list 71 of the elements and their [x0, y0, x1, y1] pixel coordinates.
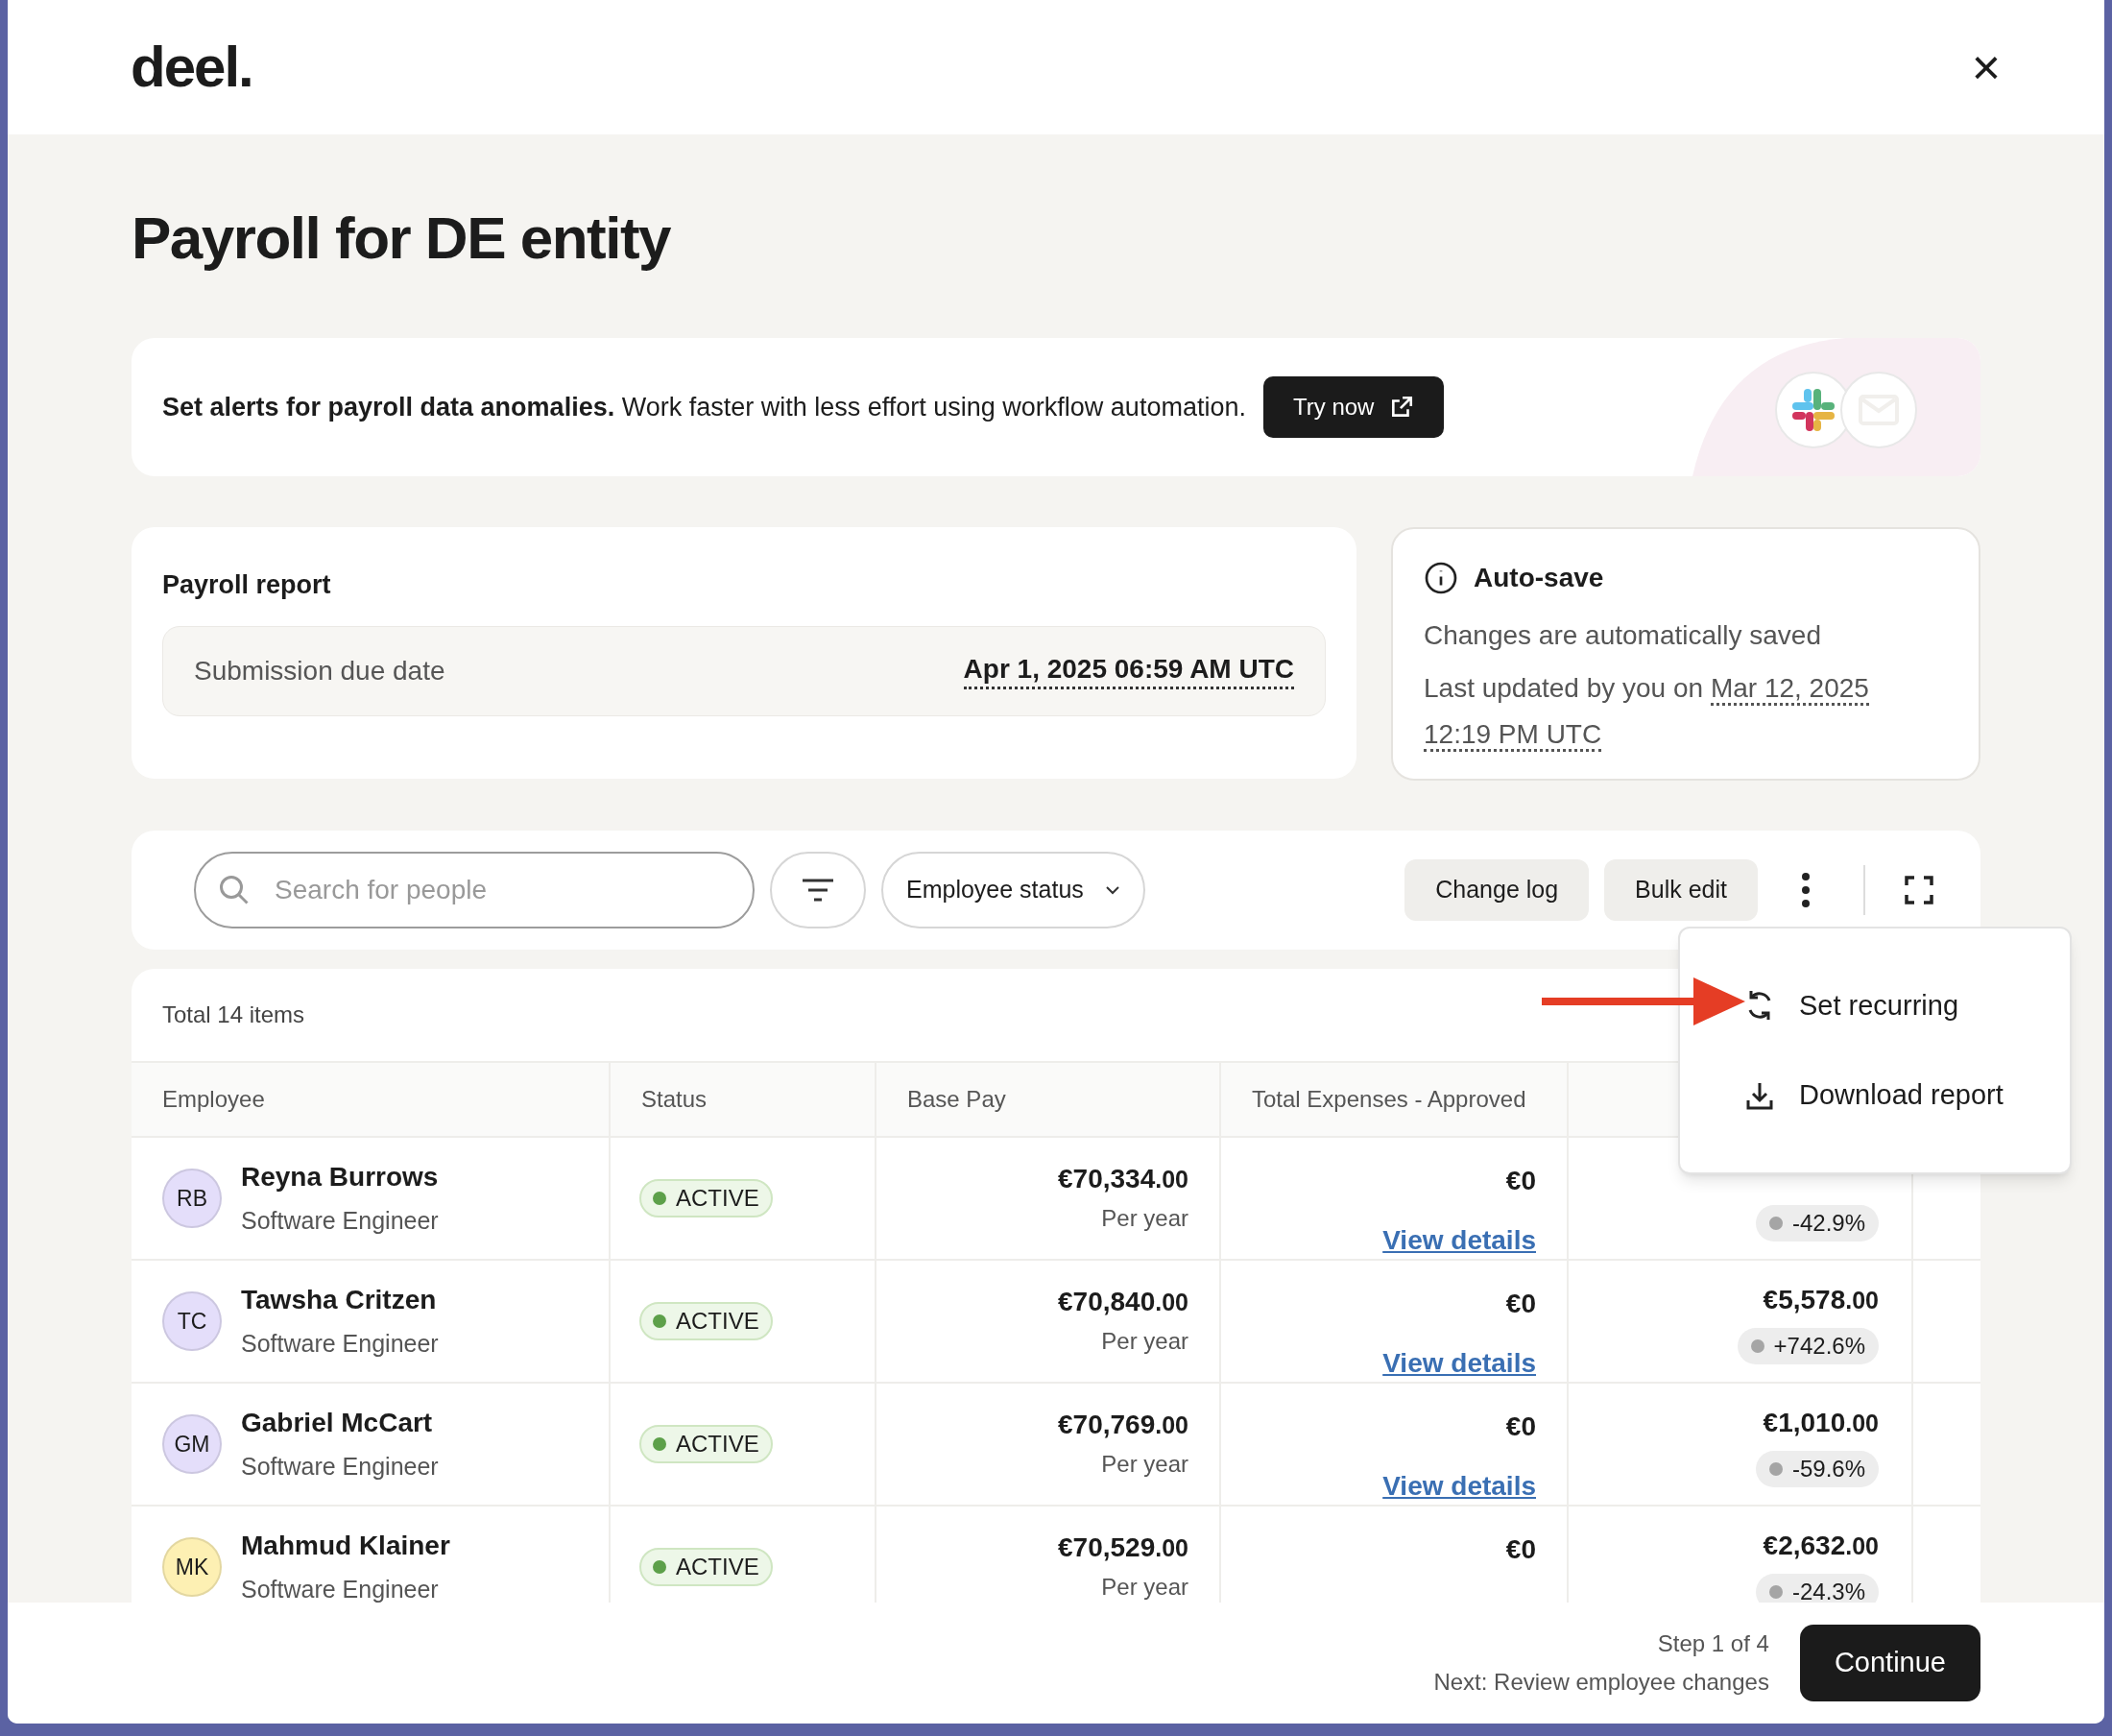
last-updated-text: Last updated by you on — [1424, 673, 1704, 703]
fullscreen-icon — [1905, 876, 1933, 904]
column-header: Total Expenses - Approved — [1252, 1085, 1526, 1114]
status-badge: ACTIVE — [639, 1548, 773, 1586]
change-badge: +742.6% — [1737, 1328, 1879, 1364]
avatar: RB — [162, 1169, 222, 1228]
employee-role: Software Engineer — [241, 1206, 439, 1237]
pay-period: Per year — [1101, 1573, 1188, 1602]
base-pay: €70,334.00 — [1058, 1163, 1188, 1195]
total-items: Total 14 items — [162, 1001, 305, 1029]
close-button[interactable]: × — [1971, 42, 2001, 92]
card-title: Auto-save — [1474, 562, 1604, 594]
base-pay: €70,529.00 — [1058, 1531, 1188, 1564]
updated-time: 12:19 PM UTC — [1424, 719, 1602, 752]
download-icon — [1745, 1080, 1774, 1110]
column-header: Base Pay — [907, 1085, 1006, 1114]
employee-name: Tawsha Critzen — [241, 1284, 438, 1317]
employee-status-dropdown[interactable]: Employee status — [881, 852, 1145, 928]
base-pay: €70,769.00 — [1058, 1409, 1188, 1441]
change-badge: -59.6% — [1755, 1451, 1879, 1487]
search-field[interactable]: Search for people — [194, 852, 755, 928]
amount: €2,632.00 — [1763, 1530, 1879, 1562]
column-header: Status — [641, 1085, 708, 1114]
due-date-label: Submission due date — [194, 654, 445, 687]
amount: €5,578.00 — [1763, 1284, 1879, 1316]
menu-item[interactable]: Set recurring — [1745, 984, 2070, 1026]
more-icon — [1802, 873, 1810, 907]
view-details-link[interactable]: View details — [1382, 1343, 1536, 1384]
employee-name: Mahmud Klainer — [241, 1530, 450, 1563]
status-badge: ACTIVE — [639, 1425, 773, 1463]
change-badge: -42.9% — [1755, 1205, 1879, 1242]
employee-name: Reyna Burrows — [241, 1161, 439, 1194]
chevron-down-icon — [1104, 885, 1120, 895]
logo: deel. — [131, 34, 252, 101]
expenses-amount: €0 — [1505, 1165, 1536, 1197]
employee-name: Gabriel McCart — [241, 1407, 434, 1440]
pay-period: Per year — [1101, 1204, 1188, 1233]
avatar: MK — [162, 1537, 222, 1597]
next-step-text: Next: Review employee changes — [1433, 1668, 1769, 1697]
expenses-amount: €0 — [1505, 1533, 1536, 1566]
pay-period: Per year — [1101, 1327, 1188, 1356]
due-date-value: Apr 1, 2025 06:59 AM UTC — [963, 652, 1294, 689]
view-details-link[interactable]: View details — [1382, 1466, 1536, 1507]
banner-text: Set alerts for payroll data anomalies. Work faster with less effort using workflow automation. — [162, 391, 1246, 423]
employee-role: Software Engineer — [241, 1452, 439, 1483]
base-pay: €70,840.00 — [1058, 1286, 1188, 1318]
avatar: GM — [162, 1414, 222, 1474]
amount: €1,010.00 — [1763, 1407, 1879, 1439]
toolbar-button[interactable]: Change log — [1404, 859, 1590, 921]
info-icon — [1424, 561, 1458, 595]
filter-icon — [801, 878, 835, 903]
employee-role: Software Engineer — [241, 1575, 440, 1605]
employee-role: Software Engineer — [241, 1329, 439, 1360]
step-text: Step 1 of 4 — [1657, 1629, 1769, 1658]
external-link-icon — [1389, 395, 1415, 420]
filter-button[interactable] — [770, 852, 866, 928]
avatar: TC — [162, 1291, 222, 1351]
autosave-text: Changes are automatically saved — [1424, 619, 1822, 652]
card-title: Payroll report — [162, 569, 332, 601]
pay-period: Per year — [1101, 1450, 1188, 1479]
view-details-link[interactable]: View details — [1382, 1220, 1536, 1261]
column-header: Employee — [162, 1085, 265, 1114]
expenses-amount: €0 — [1505, 1288, 1536, 1320]
updated-date: Mar 12, 2025 — [1710, 673, 1869, 706]
menu-item[interactable]: Download report — [1745, 1074, 2070, 1117]
status-badge: ACTIVE — [639, 1302, 773, 1340]
try-now-button[interactable]: Try now — [1262, 376, 1445, 438]
status-badge: ACTIVE — [639, 1179, 773, 1218]
toolbar-button[interactable]: Bulk edit — [1604, 859, 1758, 921]
expenses-amount: €0 — [1505, 1410, 1536, 1443]
continue-button[interactable]: Continue — [1799, 1625, 1980, 1701]
